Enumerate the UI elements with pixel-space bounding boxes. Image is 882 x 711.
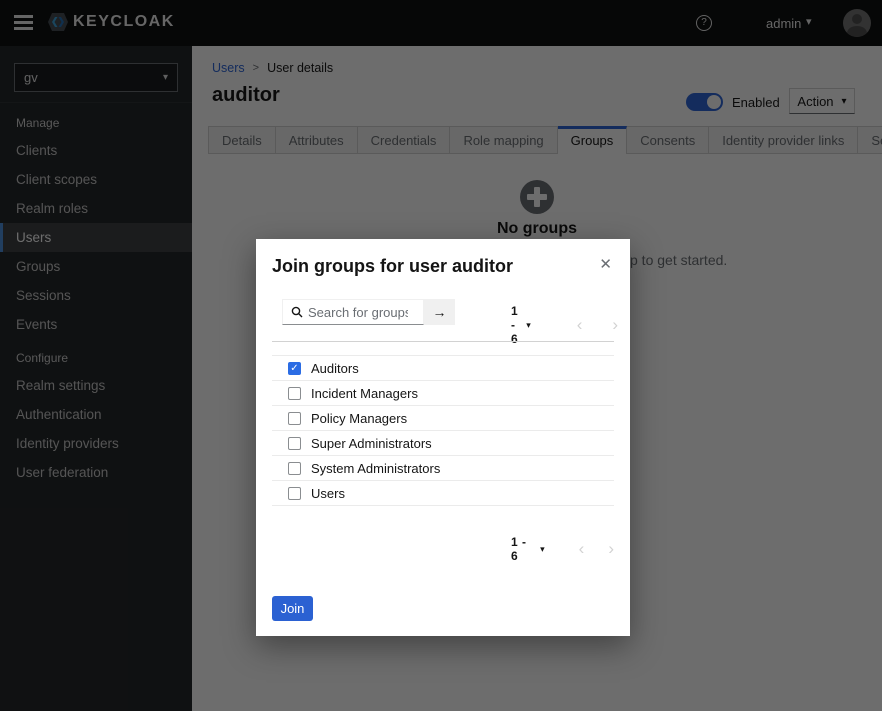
pagination-next-icon[interactable]: › xyxy=(608,542,614,556)
checkbox-incident-managers[interactable] xyxy=(288,387,301,400)
search-icon xyxy=(291,306,303,318)
group-row-auditors: ✓ Auditors xyxy=(272,356,614,381)
pagination-caret-icon[interactable]: ▾ xyxy=(526,320,531,331)
group-label-users: Users xyxy=(311,486,345,501)
group-row-super-administrators: Super Administrators xyxy=(272,431,614,456)
pagination-caret-icon[interactable]: ▾ xyxy=(540,544,545,555)
toolbar-divider xyxy=(272,341,614,342)
checkbox-system-administrators[interactable] xyxy=(288,462,301,475)
pagination-next-icon[interactable]: › xyxy=(612,318,618,332)
checkbox-auditors[interactable]: ✓ xyxy=(288,362,301,375)
pagination-bottom: 1 - 6 ▾ ‹ › xyxy=(511,535,614,563)
pagination-top: 1 - 6 ▾ ‹ › xyxy=(511,304,618,346)
search-submit-arrow-icon[interactable]: → xyxy=(424,299,455,325)
join-button[interactable]: Join xyxy=(272,596,313,621)
pagination-bottom-wrap: 1 - 6 ▾ ‹ › xyxy=(282,535,614,555)
pagination-prev-icon[interactable]: ‹ xyxy=(577,318,583,332)
pagination-prev-icon[interactable]: ‹ xyxy=(579,542,585,556)
modal-toolbar: → 1 - 6 ▾ ‹ › xyxy=(282,299,614,325)
search-input[interactable] xyxy=(308,305,408,320)
group-list: ✓ Auditors Incident Managers Policy Manager… xyxy=(272,355,614,506)
group-row-policy-managers: Policy Managers xyxy=(272,406,614,431)
group-label-incident-managers: Incident Managers xyxy=(311,386,418,401)
group-search xyxy=(282,299,424,325)
close-icon[interactable]: ✕ xyxy=(599,255,612,273)
pagination-range: 1 - 6 xyxy=(511,304,518,346)
modal-title: Join groups for user auditor xyxy=(272,256,513,277)
checkbox-users[interactable] xyxy=(288,487,301,500)
keycloak-admin-console: KEYCLOAK ? admin ▾ gv ▾ ManageClientsCli… xyxy=(0,0,882,711)
group-row-incident-managers: Incident Managers xyxy=(272,381,614,406)
checkbox-super-administrators[interactable] xyxy=(288,437,301,450)
group-row-system-administrators: System Administrators xyxy=(272,456,614,481)
group-label-system-administrators: System Administrators xyxy=(311,461,440,476)
group-label-super-administrators: Super Administrators xyxy=(311,436,432,451)
group-label-auditors: Auditors xyxy=(311,361,359,376)
group-label-policy-managers: Policy Managers xyxy=(311,411,407,426)
checkbox-policy-managers[interactable] xyxy=(288,412,301,425)
pagination-range: 1 - 6 xyxy=(511,535,532,563)
group-row-users: Users xyxy=(272,481,614,506)
join-groups-modal: Join groups for user auditor ✕ → 1 - 6 ▾… xyxy=(256,239,630,636)
